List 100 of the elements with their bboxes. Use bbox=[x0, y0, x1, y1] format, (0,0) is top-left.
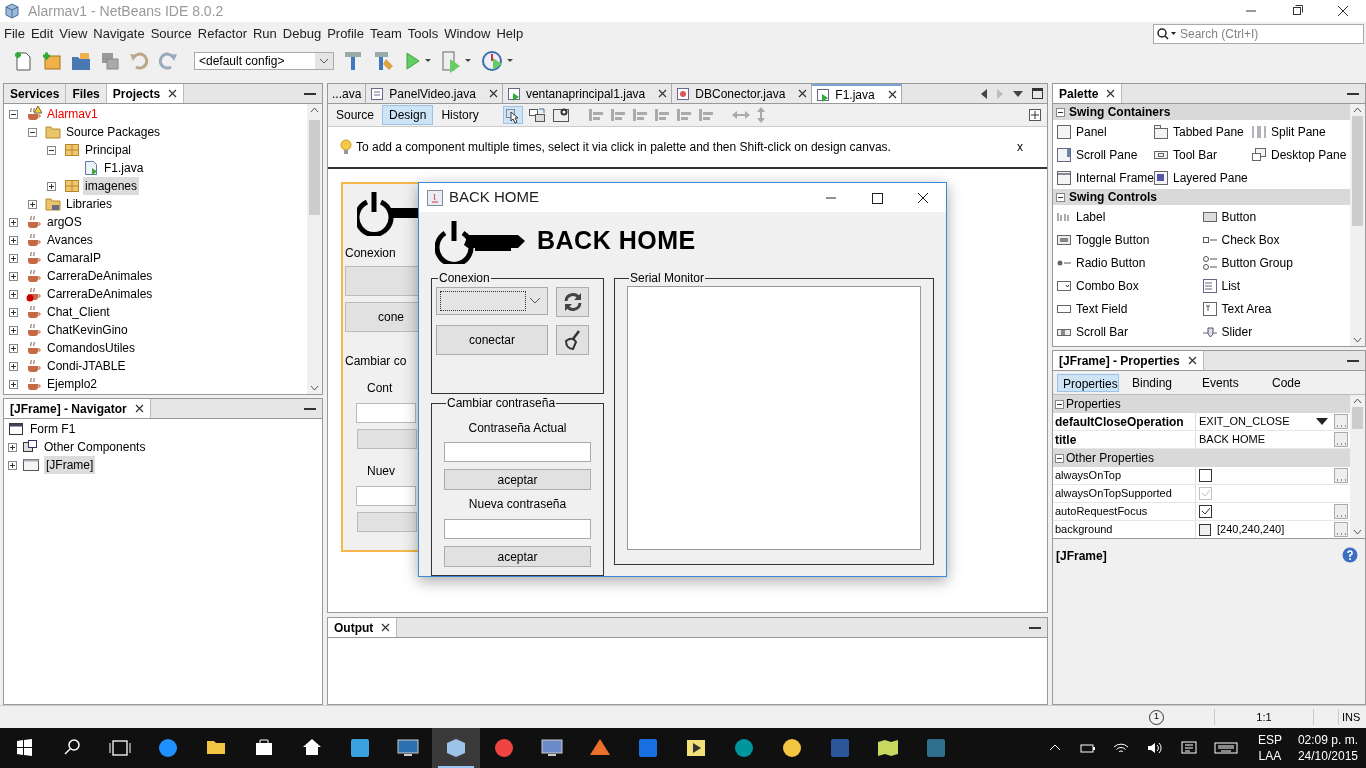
menu-item[interactable]: Profile bbox=[324, 24, 367, 44]
checkbox[interactable] bbox=[1199, 505, 1212, 518]
clear-button[interactable] bbox=[556, 325, 589, 355]
wifi-icon[interactable] bbox=[1111, 741, 1130, 755]
clock-date[interactable]: 24/10/2015 bbox=[1297, 748, 1358, 764]
volume-icon[interactable] bbox=[1145, 741, 1164, 755]
tree-item[interactable]: Condi-JTABLE bbox=[45, 357, 128, 375]
new-file-icon[interactable] bbox=[12, 50, 34, 72]
expand-icon[interactable] bbox=[47, 181, 56, 191]
tree-item[interactable]: Avances bbox=[45, 231, 95, 249]
tool-window-tab[interactable]: [JFrame] - Properties bbox=[1053, 351, 1204, 370]
view-tab[interactable]: Source bbox=[330, 105, 381, 125]
accept-button[interactable]: aceptar bbox=[444, 546, 591, 567]
expand-icon[interactable] bbox=[9, 235, 18, 245]
accept-button[interactable]: aceptar bbox=[444, 469, 591, 490]
tree-item[interactable]: argOS bbox=[45, 213, 84, 231]
hint-close[interactable]: x bbox=[1017, 138, 1023, 156]
component-item[interactable]: List bbox=[1201, 274, 1347, 297]
scrollbar-thumb[interactable] bbox=[1352, 116, 1363, 226]
close-icon[interactable] bbox=[168, 89, 178, 98]
tree-item[interactable]: Principal bbox=[83, 141, 134, 159]
more-button[interactable] bbox=[1334, 468, 1348, 483]
expand-icon[interactable] bbox=[9, 307, 18, 317]
close-icon[interactable] bbox=[798, 89, 808, 98]
component-item[interactable]: Split Pane bbox=[1251, 120, 1347, 143]
tool-window-tab[interactable]: [JFrame] - Navigator bbox=[4, 399, 151, 418]
close-icon[interactable] bbox=[1187, 356, 1197, 365]
component-item[interactable]: Slider bbox=[1201, 320, 1347, 343]
tree-item[interactable]: ChatKevinGino bbox=[45, 321, 130, 339]
clock-time[interactable]: 02:09 p. m. bbox=[1297, 732, 1358, 748]
property-value[interactable]: BACK HOME bbox=[1199, 431, 1265, 448]
property-tab[interactable]: Events bbox=[1197, 373, 1259, 392]
new-project-icon[interactable] bbox=[41, 50, 63, 72]
collapse-icon[interactable] bbox=[28, 127, 37, 137]
component-item[interactable]: Button Group bbox=[1201, 251, 1347, 274]
config-dropdown[interactable]: <default config> bbox=[194, 52, 334, 70]
expand-icon[interactable] bbox=[9, 271, 18, 281]
scrollbar[interactable] bbox=[307, 104, 322, 394]
component-item[interactable]: Label bbox=[1056, 205, 1202, 228]
menu-item[interactable]: Help bbox=[493, 24, 527, 44]
collapse-icon[interactable] bbox=[1055, 453, 1064, 463]
component-item[interactable]: Radio Button bbox=[1056, 251, 1202, 274]
tool-window-tab[interactable]: Services bbox=[4, 84, 67, 103]
scrollbar[interactable] bbox=[1350, 395, 1365, 538]
property-tab[interactable]: Code bbox=[1267, 373, 1329, 392]
menu-item[interactable]: Team bbox=[367, 24, 405, 44]
menu-item[interactable]: Debug bbox=[279, 24, 325, 44]
close-icon[interactable] bbox=[381, 623, 391, 632]
hammer-broom-icon[interactable] bbox=[372, 49, 396, 73]
close-icon[interactable] bbox=[1106, 89, 1116, 98]
property-section[interactable]: Other Properties bbox=[1053, 449, 1350, 467]
tree-item[interactable]: Ejemplo2 bbox=[45, 375, 100, 393]
collapse-icon[interactable] bbox=[1056, 192, 1065, 202]
component-item[interactable]: Desktop Pane bbox=[1251, 143, 1347, 166]
palette-category[interactable]: Swing Controls bbox=[1053, 189, 1350, 205]
property-value[interactable]: [240,240,240] bbox=[1217, 521, 1285, 538]
preview-icon[interactable] bbox=[550, 106, 571, 124]
keyboard-icon[interactable] bbox=[1213, 741, 1238, 755]
notification-icon[interactable] bbox=[1179, 740, 1198, 756]
component-item[interactable]: Layered Pane bbox=[1153, 166, 1251, 189]
expand-icon[interactable] bbox=[28, 199, 37, 209]
menu-item[interactable]: Run bbox=[249, 24, 280, 44]
expand-icon[interactable] bbox=[9, 379, 18, 389]
property-tab[interactable]: Properties bbox=[1057, 373, 1119, 392]
expand-icon[interactable] bbox=[8, 460, 17, 470]
close-icon[interactable] bbox=[134, 404, 144, 413]
menu-item[interactable]: Window bbox=[441, 24, 494, 44]
checkbox[interactable] bbox=[1199, 469, 1212, 482]
connection-mode-icon[interactable] bbox=[526, 106, 547, 124]
tree-item[interactable]: imagenes bbox=[83, 177, 140, 195]
input-field[interactable] bbox=[356, 486, 416, 506]
more-button[interactable] bbox=[1334, 432, 1348, 447]
tree-item[interactable]: Libraries bbox=[64, 195, 115, 213]
profile-icon[interactable] bbox=[481, 49, 515, 73]
open-folder-icon[interactable] bbox=[70, 50, 92, 72]
tree-item[interactable]: Other Components bbox=[42, 438, 148, 456]
tool-window-tab[interactable]: Projects bbox=[106, 84, 185, 103]
collapse-icon[interactable] bbox=[9, 109, 18, 119]
menu-item[interactable]: Edit bbox=[27, 24, 57, 44]
more-button[interactable] bbox=[1334, 522, 1348, 537]
selection-mode-icon[interactable] bbox=[502, 106, 523, 124]
collapse-icon[interactable] bbox=[1055, 399, 1064, 409]
menu-item[interactable]: Navigate bbox=[90, 24, 148, 44]
menu-item[interactable]: Source bbox=[147, 24, 195, 44]
palette-category[interactable]: Swing Containers bbox=[1053, 104, 1350, 120]
tree-item[interactable]: Alarmav1 bbox=[45, 105, 100, 123]
save-all-icon[interactable] bbox=[99, 50, 121, 72]
expand-icon[interactable] bbox=[9, 343, 18, 353]
tool-window-tab[interactable]: Palette bbox=[1053, 84, 1123, 103]
tree-item[interactable]: F1.java bbox=[102, 159, 146, 177]
menu-item[interactable]: Refactor bbox=[194, 24, 250, 44]
component-item[interactable]: Scroll Bar bbox=[1056, 320, 1202, 343]
tree-item[interactable]: Source Packages bbox=[64, 123, 163, 141]
component-item[interactable]: Scroll Pane bbox=[1056, 143, 1153, 166]
expand-all-icon[interactable] bbox=[1029, 109, 1041, 121]
component-item[interactable]: Toggle Button bbox=[1056, 228, 1202, 251]
expand-icon[interactable] bbox=[9, 253, 18, 263]
cube-icon[interactable] bbox=[432, 728, 480, 768]
input-field[interactable] bbox=[444, 519, 591, 539]
tree-item[interactable]: CamaraIP bbox=[45, 249, 104, 267]
